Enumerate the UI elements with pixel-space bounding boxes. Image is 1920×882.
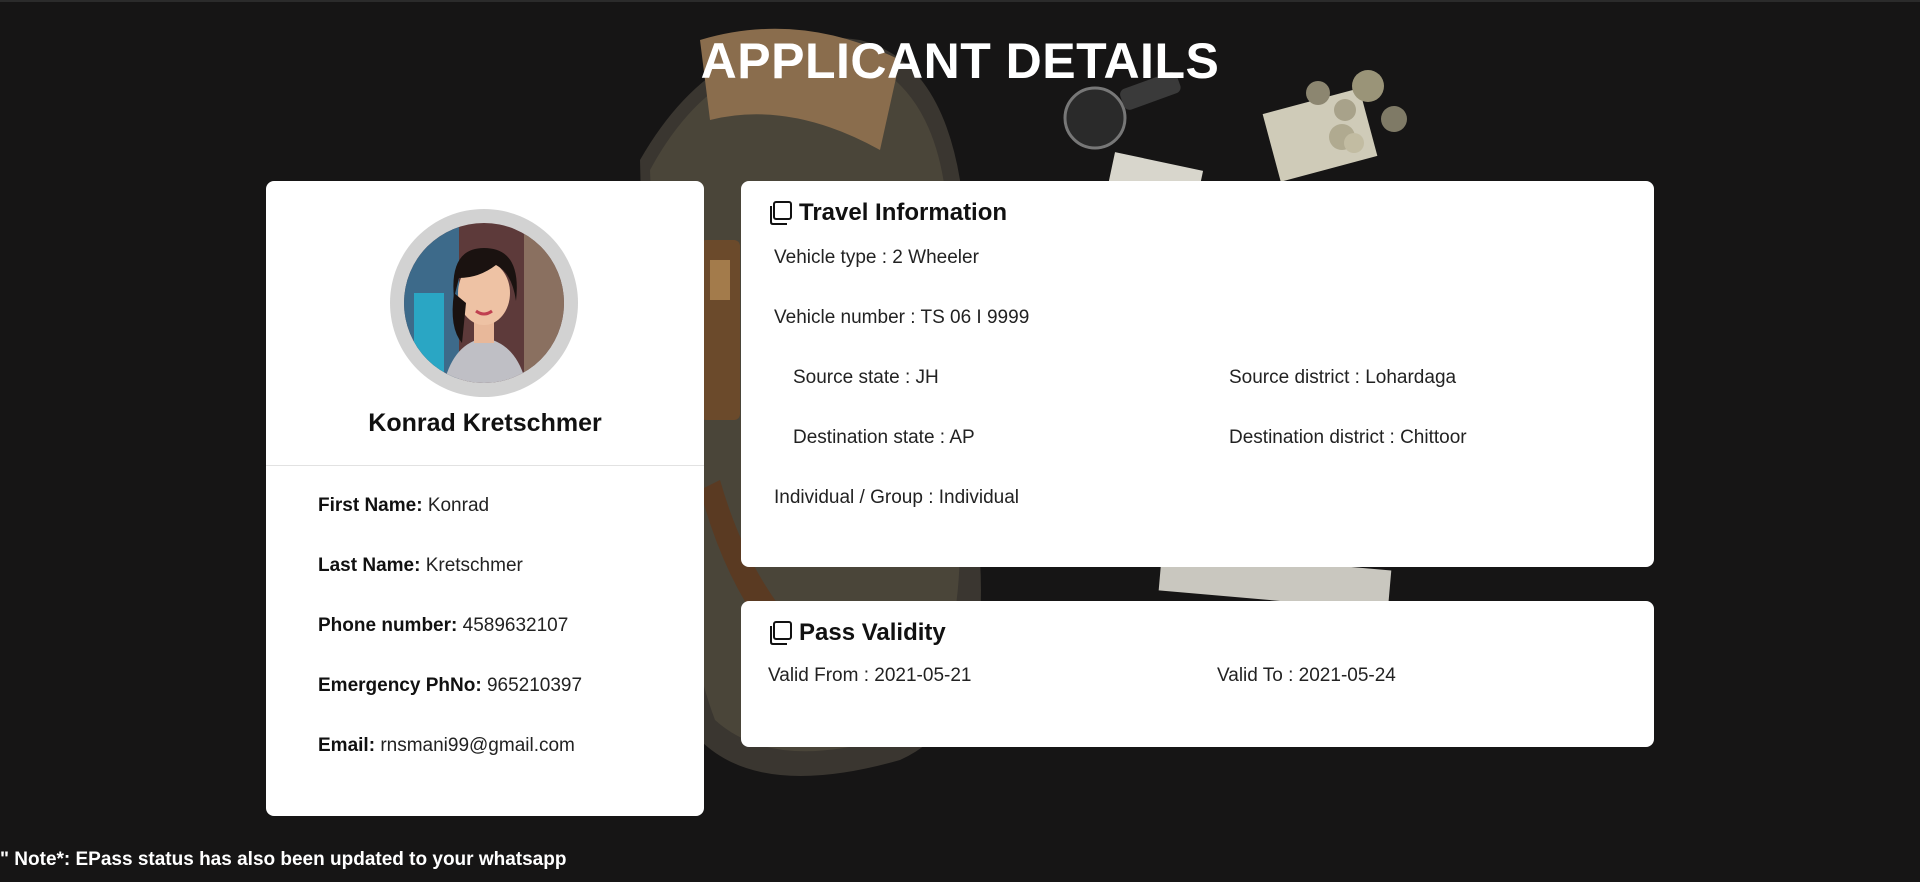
pass-validity-title: Pass Validity [799,619,946,646]
emergency-phone-field: Emergency PhNo: 965210397 [318,675,582,697]
first-name-field: First Name: Konrad [318,495,489,517]
valid-to: Valid To : 2021-05-24 [1217,665,1396,686]
last-name-value: Kretschmer [425,555,523,576]
pass-validity-heading: Pass Validity [767,619,946,647]
first-name-value: Konrad [427,495,490,516]
last-name-field: Last Name: Kretschmer [318,555,523,577]
destination-state: Destination state : AP [793,427,975,448]
top-border [0,0,1920,2]
last-name-label: Last Name: [318,555,421,576]
phone-number-value: 4589632107 [462,615,569,636]
valid-from: Valid From : 2021-05-21 [768,665,972,686]
profile-full-name: Konrad Kretschmer [368,409,602,437]
phone-number-label: Phone number: [318,615,458,636]
emergency-phone-value: 965210397 [486,675,583,696]
phone-number-field: Phone number: 4589632107 [318,615,568,637]
profile-divider [266,465,704,466]
email-value: rnsmani99@gmail.com [380,735,575,756]
travel-information-heading: Travel Information [767,199,1007,227]
travel-information-title: Travel Information [799,199,1008,226]
first-name-label: First Name: [318,495,423,516]
pass-validity-card: Pass Validity Valid From : 2021-05-21 Va… [741,601,1654,747]
vehicle-type: Vehicle type : 2 Wheeler [774,247,979,268]
vehicle-number: Vehicle number : TS 06 I 9999 [774,307,1030,328]
source-district: Source district : Lohardaga [1229,367,1457,388]
emergency-phone-label: Emergency PhNo: [318,675,482,696]
avatar [404,223,564,383]
page-title: APPLICANT DETAILS [700,33,1220,89]
copy-icon [767,200,793,226]
avatar-ring [390,209,578,397]
destination-district: Destination district : Chittoor [1229,427,1467,448]
profile-card: Konrad Kretschmer First Name: Konrad Las… [266,181,704,816]
individual-group: Individual / Group : Individual [774,487,1020,508]
email-field: Email: rnsmani99@gmail.com [318,735,575,757]
email-label: Email: [318,735,376,756]
whatsapp-status-note: " Note*: EPass status has also been upda… [0,849,567,870]
copy-icon [767,620,793,646]
source-state: Source state : JH [793,367,939,388]
travel-information-card: Travel Information Vehicle type : 2 Whee… [741,181,1654,567]
